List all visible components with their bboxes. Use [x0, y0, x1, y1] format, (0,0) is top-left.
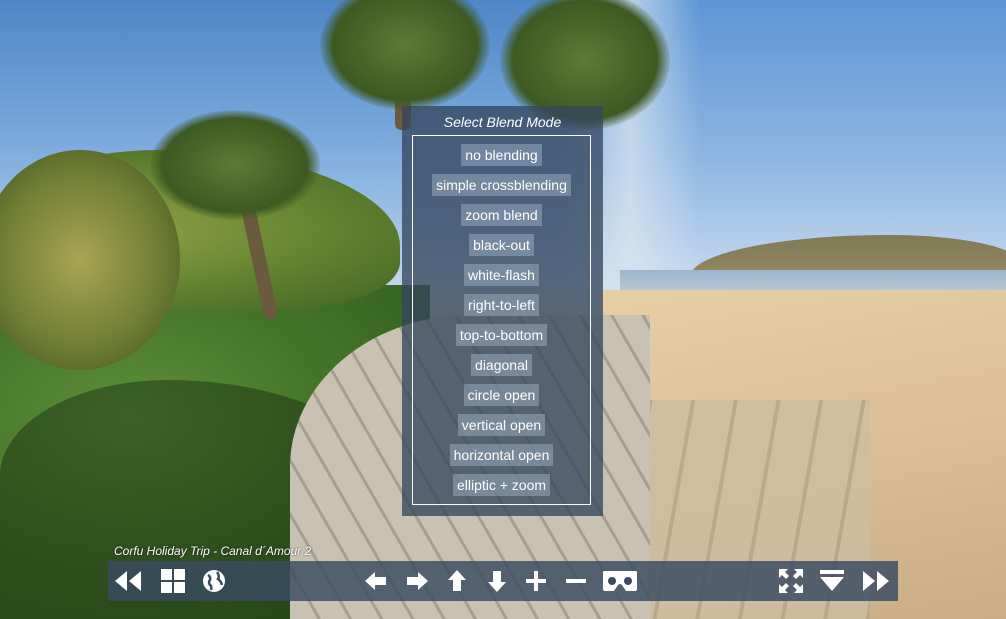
rewind-button[interactable] [112, 565, 144, 597]
map-button[interactable] [198, 565, 230, 597]
viewer-toolbar [108, 561, 898, 601]
blend-option-horizontal-open[interactable]: horizontal open [449, 444, 554, 466]
fast-forward-button[interactable] [860, 565, 892, 597]
hide-toolbar-button[interactable] [816, 565, 848, 597]
blend-option-black-out[interactable]: black-out [469, 234, 534, 256]
blend-option-vertical-open[interactable]: vertical open [457, 414, 546, 436]
arrow-left-icon [365, 572, 386, 590]
thumbnails-grid-icon [161, 569, 185, 593]
zoom-in-icon [526, 571, 546, 591]
sea [620, 270, 1006, 292]
blend-option-right-to-left[interactable]: right-to-left [464, 294, 539, 316]
arrow-down-icon [488, 571, 506, 592]
blend-option-top-to-bottom[interactable]: top-to-bottom [455, 324, 548, 346]
fast-forward-icon [863, 571, 889, 591]
tilt-down-button[interactable] [481, 565, 513, 597]
zoom-in-button[interactable] [520, 565, 552, 597]
dialog-title: Select Blend Mode [443, 114, 562, 130]
zoom-out-button[interactable] [560, 565, 592, 597]
pano-caption: Corfu Holiday Trip - Canal d´Amour 2 [114, 544, 312, 558]
palm-crown [320, 0, 490, 110]
blend-option-simple-crossblending[interactable]: simple crossblending [432, 174, 571, 196]
pan-left-button[interactable] [360, 565, 392, 597]
tilt-up-button[interactable] [441, 565, 473, 597]
blend-option-elliptic-zoom[interactable]: elliptic + zoom [452, 474, 551, 496]
blend-option-white-flash[interactable]: white-flash [464, 264, 539, 286]
vr-glasses-icon [603, 571, 637, 591]
blend-option-zoom-blend[interactable]: zoom blend [461, 204, 542, 226]
blend-option-no-blending[interactable]: no blending [461, 144, 542, 166]
blend-options-box: no blending simple crossblending zoom bl… [412, 135, 591, 505]
blend-mode-dialog: Select Blend Mode no blending simple cro… [402, 106, 603, 516]
palm-crown [150, 110, 320, 220]
blend-option-circle-open[interactable]: circle open [463, 384, 540, 406]
pan-right-button[interactable] [401, 565, 433, 597]
arrow-right-icon [407, 572, 428, 590]
blend-options-list: no blending simple crossblending zoom bl… [413, 144, 590, 504]
vr-mode-button[interactable] [602, 565, 638, 597]
hide-toolbar-icon [820, 570, 844, 591]
fullscreen-icon [779, 569, 803, 593]
arrow-up-icon [448, 570, 466, 591]
thumbnails-button[interactable] [157, 565, 189, 597]
fullscreen-button[interactable] [775, 565, 807, 597]
rewind-icon [115, 571, 141, 591]
globe-icon [203, 570, 225, 592]
zoom-out-icon [566, 579, 586, 583]
blend-option-diagonal[interactable]: diagonal [471, 354, 532, 376]
